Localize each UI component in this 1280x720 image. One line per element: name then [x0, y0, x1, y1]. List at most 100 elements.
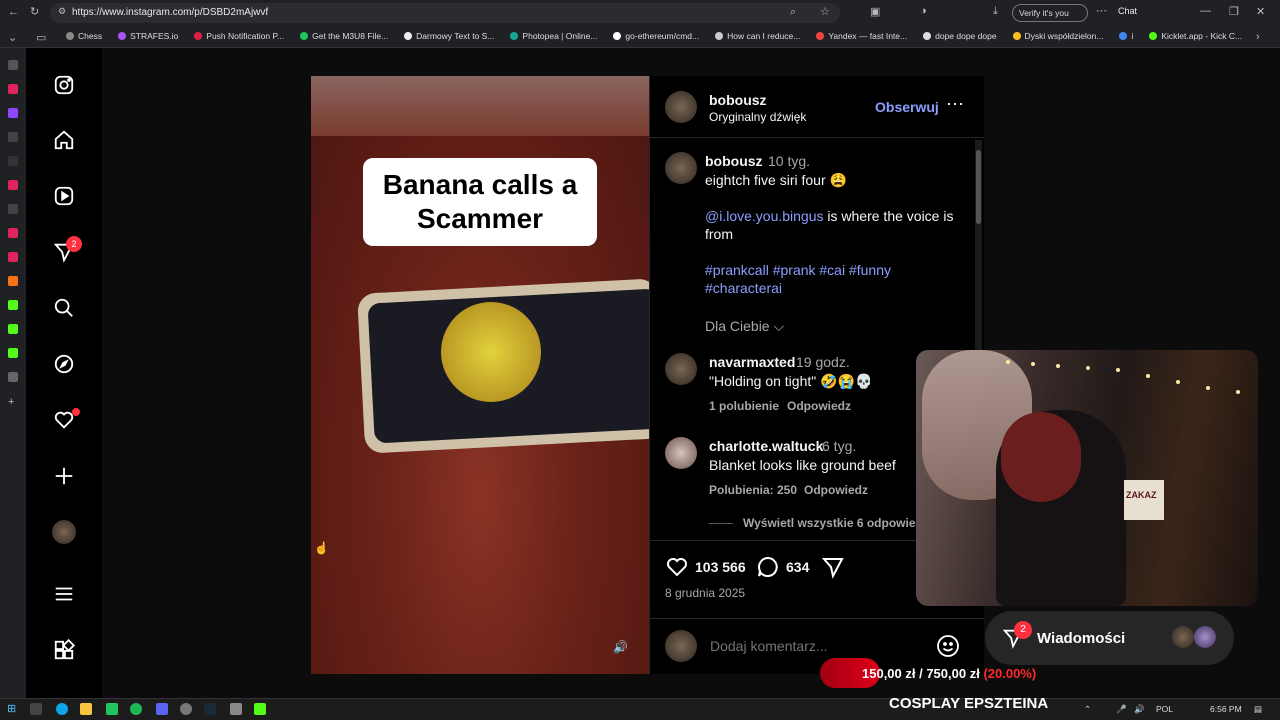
clock[interactable]: 6:56 PM	[1210, 704, 1242, 714]
reels-icon[interactable]	[52, 184, 76, 208]
more-options-icon[interactable]: ⋯	[946, 94, 964, 115]
follow-button[interactable]: Obserwuj	[875, 99, 939, 115]
reply-button[interactable]: Odpowiedz	[787, 399, 851, 413]
microphone-icon[interactable]: 🎤	[1116, 704, 1127, 715]
task-view-icon[interactable]	[30, 703, 42, 715]
like-count[interactable]: 103 566	[695, 559, 746, 575]
kick-icon[interactable]	[8, 300, 18, 310]
author-avatar[interactable]	[665, 91, 697, 123]
windows-start-icon[interactable]: ⊞	[7, 702, 16, 715]
like-icon[interactable]	[665, 555, 689, 579]
extension-icon[interactable]: ▣	[870, 5, 880, 18]
tray-chevron-icon[interactable]: ⌃	[1084, 704, 1091, 715]
youtube-icon[interactable]	[8, 228, 18, 238]
instagram-logo-icon[interactable]	[52, 73, 76, 97]
kick-icon[interactable]	[8, 324, 18, 334]
create-icon[interactable]	[52, 464, 76, 488]
steam-icon[interactable]	[204, 703, 216, 715]
author-username[interactable]: bobousz	[709, 92, 767, 108]
bookmark-item[interactable]: Darmowy Text to S...	[404, 31, 494, 45]
file-explorer-icon[interactable]	[80, 703, 92, 715]
comment-avatar[interactable]	[665, 437, 697, 469]
zoom-icon[interactable]: ⌕	[790, 6, 796, 19]
bookmark-item[interactable]: Push Notification P...	[194, 31, 284, 45]
bookmark-item[interactable]: Chess	[66, 31, 102, 45]
share-icon[interactable]	[821, 555, 845, 579]
back-icon[interactable]: ←	[8, 6, 19, 18]
mention-link[interactable]: @i.love.you.bingus	[705, 208, 824, 224]
comment-input[interactable]	[710, 636, 910, 656]
menu-icon[interactable]	[52, 582, 76, 606]
audio-label[interactable]: Oryginalny dźwięk	[709, 110, 806, 124]
tab-search-icon[interactable]: ▭	[36, 31, 46, 44]
app-icon[interactable]	[254, 703, 266, 715]
bookmark-item[interactable]: Kicklet.app - Kick C...	[1149, 31, 1242, 45]
youtube-icon[interactable]	[8, 84, 18, 94]
speaker-icon[interactable]	[8, 372, 18, 382]
reel-video[interactable]: Banana calls a Scammer 🔊	[311, 76, 649, 674]
bookmark-item[interactable]: dope dope dope	[923, 31, 997, 45]
bookmark-item[interactable]: Dyski współdzielon...	[1012, 31, 1103, 45]
caption-username[interactable]: bobousz	[705, 153, 763, 169]
twitch-icon[interactable]	[8, 108, 18, 118]
bookmark-item[interactable]: Get the M3U8 File...	[300, 31, 388, 45]
bookmark-item[interactable]: How can I reduce...	[715, 31, 800, 45]
spotify-icon[interactable]	[130, 703, 142, 715]
volume-icon[interactable]: 🔊	[1134, 704, 1145, 715]
app-icon[interactable]	[8, 276, 18, 286]
comment-likes[interactable]: Polubienia: 250	[709, 483, 797, 497]
home-icon[interactable]	[52, 128, 76, 152]
globe-icon[interactable]	[8, 204, 18, 214]
reply-button[interactable]: Odpowiedz	[804, 483, 868, 497]
scroll-thumb[interactable]	[976, 150, 981, 224]
side-panel-icon[interactable]	[8, 60, 18, 70]
download-icon[interactable]: ⤓	[993, 5, 998, 18]
emoji-icon[interactable]	[936, 634, 960, 658]
explore-icon[interactable]	[52, 352, 76, 376]
bookmark-item[interactable]: STRAFES.io	[118, 31, 178, 45]
comment-likes[interactable]: 1 polubienie	[709, 399, 779, 413]
verify-profile-button[interactable]: Verify it's you	[1012, 4, 1088, 22]
bookmark-item[interactable]: go-ethereum/cmd...	[613, 31, 699, 45]
view-replies-button[interactable]: Wyświetl wszystkie 6 odpowiedzi	[743, 516, 932, 530]
comment-count[interactable]: 634	[786, 559, 809, 575]
x-icon[interactable]	[8, 156, 18, 166]
extension-icon[interactable]: ◑	[920, 5, 927, 17]
discord-icon[interactable]	[156, 703, 168, 715]
chat-button[interactable]: Chat	[1118, 6, 1137, 16]
chevron-down-icon[interactable]: ⌄	[8, 31, 17, 44]
bookmark-item[interactable]: Yandex — fast Inte...	[816, 31, 907, 45]
site-info-icon[interactable]: ⚙	[58, 6, 66, 17]
more-bookmarks-icon[interactable]: ›	[1256, 31, 1260, 43]
notification-center-icon[interactable]: ▤	[1254, 704, 1262, 715]
dla-ciebie-dropdown[interactable]: Dla Ciebie ⌵	[705, 318, 784, 335]
comment-username[interactable]: navarmaxted	[709, 354, 795, 370]
bookmark-item[interactable]: i	[1119, 31, 1133, 45]
app-icon[interactable]	[230, 703, 242, 715]
reload-icon[interactable]: ↻	[30, 5, 39, 18]
comment-username[interactable]: charlotte.waltuck	[709, 438, 823, 454]
globe-icon[interactable]	[8, 132, 18, 142]
bookmark-item[interactable]: Photopea | Online...	[510, 31, 597, 45]
comment-icon[interactable]	[756, 555, 780, 579]
hashtags[interactable]: #prankcall #prank #cai #funny #character…	[705, 261, 905, 297]
youtube-icon[interactable]	[8, 252, 18, 262]
menu-dots-icon[interactable]: ⋯	[1096, 4, 1107, 17]
minimize-icon[interactable]: —	[1200, 5, 1211, 17]
kick-icon[interactable]	[8, 348, 18, 358]
edge-icon[interactable]	[56, 703, 68, 715]
bookmark-star-icon[interactable]: ☆	[820, 5, 830, 18]
add-icon[interactable]: +	[8, 396, 14, 408]
maximize-icon[interactable]: ❐	[1229, 5, 1239, 18]
app-icon[interactable]	[106, 703, 118, 715]
search-icon[interactable]	[52, 296, 76, 320]
language-indicator[interactable]: POL	[1156, 704, 1173, 714]
caption-avatar[interactable]	[665, 152, 697, 184]
close-icon[interactable]: ✕	[1256, 5, 1265, 18]
sound-icon[interactable]: 🔊	[613, 640, 628, 654]
apps-icon[interactable]	[52, 638, 76, 662]
profile-avatar[interactable]	[52, 520, 76, 544]
youtube-icon[interactable]	[8, 180, 18, 190]
comment-avatar[interactable]	[665, 353, 697, 385]
app-icon[interactable]	[180, 703, 192, 715]
